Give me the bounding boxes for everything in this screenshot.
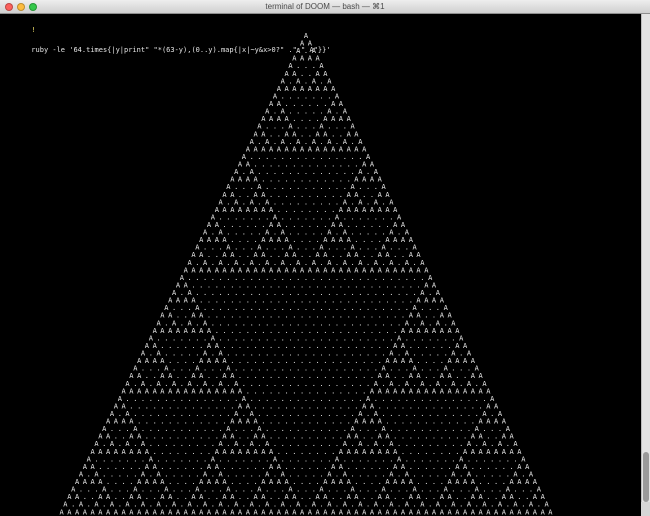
glyph-filled: A xyxy=(378,508,383,516)
glyph-filled: A xyxy=(447,508,452,516)
glyph-filled: A xyxy=(238,508,243,516)
glyph-filled: A xyxy=(184,508,189,516)
glyph-filled: A xyxy=(393,508,398,516)
glyph-filled: A xyxy=(370,508,375,516)
glyph-filled: A xyxy=(261,508,266,516)
glyph-filled: A xyxy=(269,508,274,516)
glyph-filled: A xyxy=(176,508,181,516)
glyph-filled: A xyxy=(339,508,344,516)
glyph-filled: A xyxy=(67,508,72,516)
glyph-filled: A xyxy=(145,508,150,516)
command-text: ruby -le '64.times{|y|print" "*(63-y),(0… xyxy=(31,46,331,54)
glyph-filled: A xyxy=(215,508,220,516)
terminal-content[interactable]: AAAA.AAAAAA...AAA..AAA.A.A.AAAAAAAAAA...… xyxy=(0,14,641,516)
glyph-filled: A xyxy=(308,508,313,516)
glyph-filled: A xyxy=(153,508,158,516)
command-line: ! ruby -le '64.times{|y|print" "*(63-y),… xyxy=(6,15,330,54)
glyph-filled: A xyxy=(432,508,437,516)
glyph-filled: A xyxy=(486,508,491,516)
glyph-filled: A xyxy=(300,508,305,516)
glyph-filled: A xyxy=(315,508,320,516)
window-title: terminal of DOOM — bash — ⌘1 xyxy=(265,2,385,11)
glyph-filled: A xyxy=(292,508,297,516)
glyph-filled: A xyxy=(207,508,212,516)
glyph-filled: A xyxy=(106,508,111,516)
glyph-filled: A xyxy=(354,508,359,516)
glyph-filled: A xyxy=(59,508,64,516)
glyph-filled: A xyxy=(471,508,476,516)
sierpinski-output: AA AA. AA A A AA... AA A.. A AA. A. A. AA A A A A A A AA...… xyxy=(59,32,553,516)
glyph-filled: A xyxy=(455,508,460,516)
glyph-filled: A xyxy=(246,508,251,516)
prompt-marker: ! xyxy=(31,26,36,34)
glyph-filled: A xyxy=(463,508,468,516)
glyph-filled: A xyxy=(277,508,282,516)
glyph-filled: A xyxy=(90,508,95,516)
glyph-filled: A xyxy=(98,508,103,516)
glyph-filled: A xyxy=(199,508,204,516)
glyph-filled: A xyxy=(230,508,235,516)
window-titlebar[interactable]: terminal of DOOM — bash — ⌘1 xyxy=(0,0,650,14)
glyph-filled: A xyxy=(191,508,196,516)
glyph-filled: A xyxy=(362,508,367,516)
glyph-filled: A xyxy=(541,508,546,516)
glyph-filled: A xyxy=(494,508,499,516)
terminal-window: terminal of DOOM — bash — ⌘1 AAAA.AAAAAA… xyxy=(0,0,650,516)
glyph-filled: A xyxy=(424,508,429,516)
glyph-filled: A xyxy=(509,508,514,516)
glyph-filled: A xyxy=(533,508,538,516)
glyph-filled: A xyxy=(409,508,414,516)
glyph-filled: A xyxy=(83,508,88,516)
glyph-filled: A xyxy=(75,508,80,516)
glyph-filled: A xyxy=(168,508,173,516)
resize-grip-icon[interactable] xyxy=(641,502,650,516)
glyph-filled: A xyxy=(129,508,134,516)
glyph-filled: A xyxy=(478,508,483,516)
glyph-filled: A xyxy=(114,508,119,516)
glyph-filled: A xyxy=(323,508,328,516)
vertical-scrollbar[interactable] xyxy=(641,14,650,516)
glyph-filled: A xyxy=(401,508,406,516)
glyph-filled: A xyxy=(502,508,507,516)
scrollbar-thumb[interactable] xyxy=(643,452,649,502)
glyph-filled: A xyxy=(517,508,522,516)
glyph-filled: A xyxy=(222,508,227,516)
glyph-filled: A xyxy=(160,508,165,516)
glyph-filled: A xyxy=(385,508,390,516)
glyph-filled: A xyxy=(284,508,289,516)
glyph-filled: A xyxy=(548,508,553,516)
glyph-filled: A xyxy=(121,508,126,516)
glyph-filled: A xyxy=(331,508,336,516)
glyph-filled: A xyxy=(347,508,352,516)
glyph-filled: A xyxy=(440,508,445,516)
glyph-filled: A xyxy=(525,508,530,516)
glyph-filled: A xyxy=(416,508,421,516)
glyph-filled: A xyxy=(253,508,258,516)
glyph-filled: A xyxy=(137,508,142,516)
